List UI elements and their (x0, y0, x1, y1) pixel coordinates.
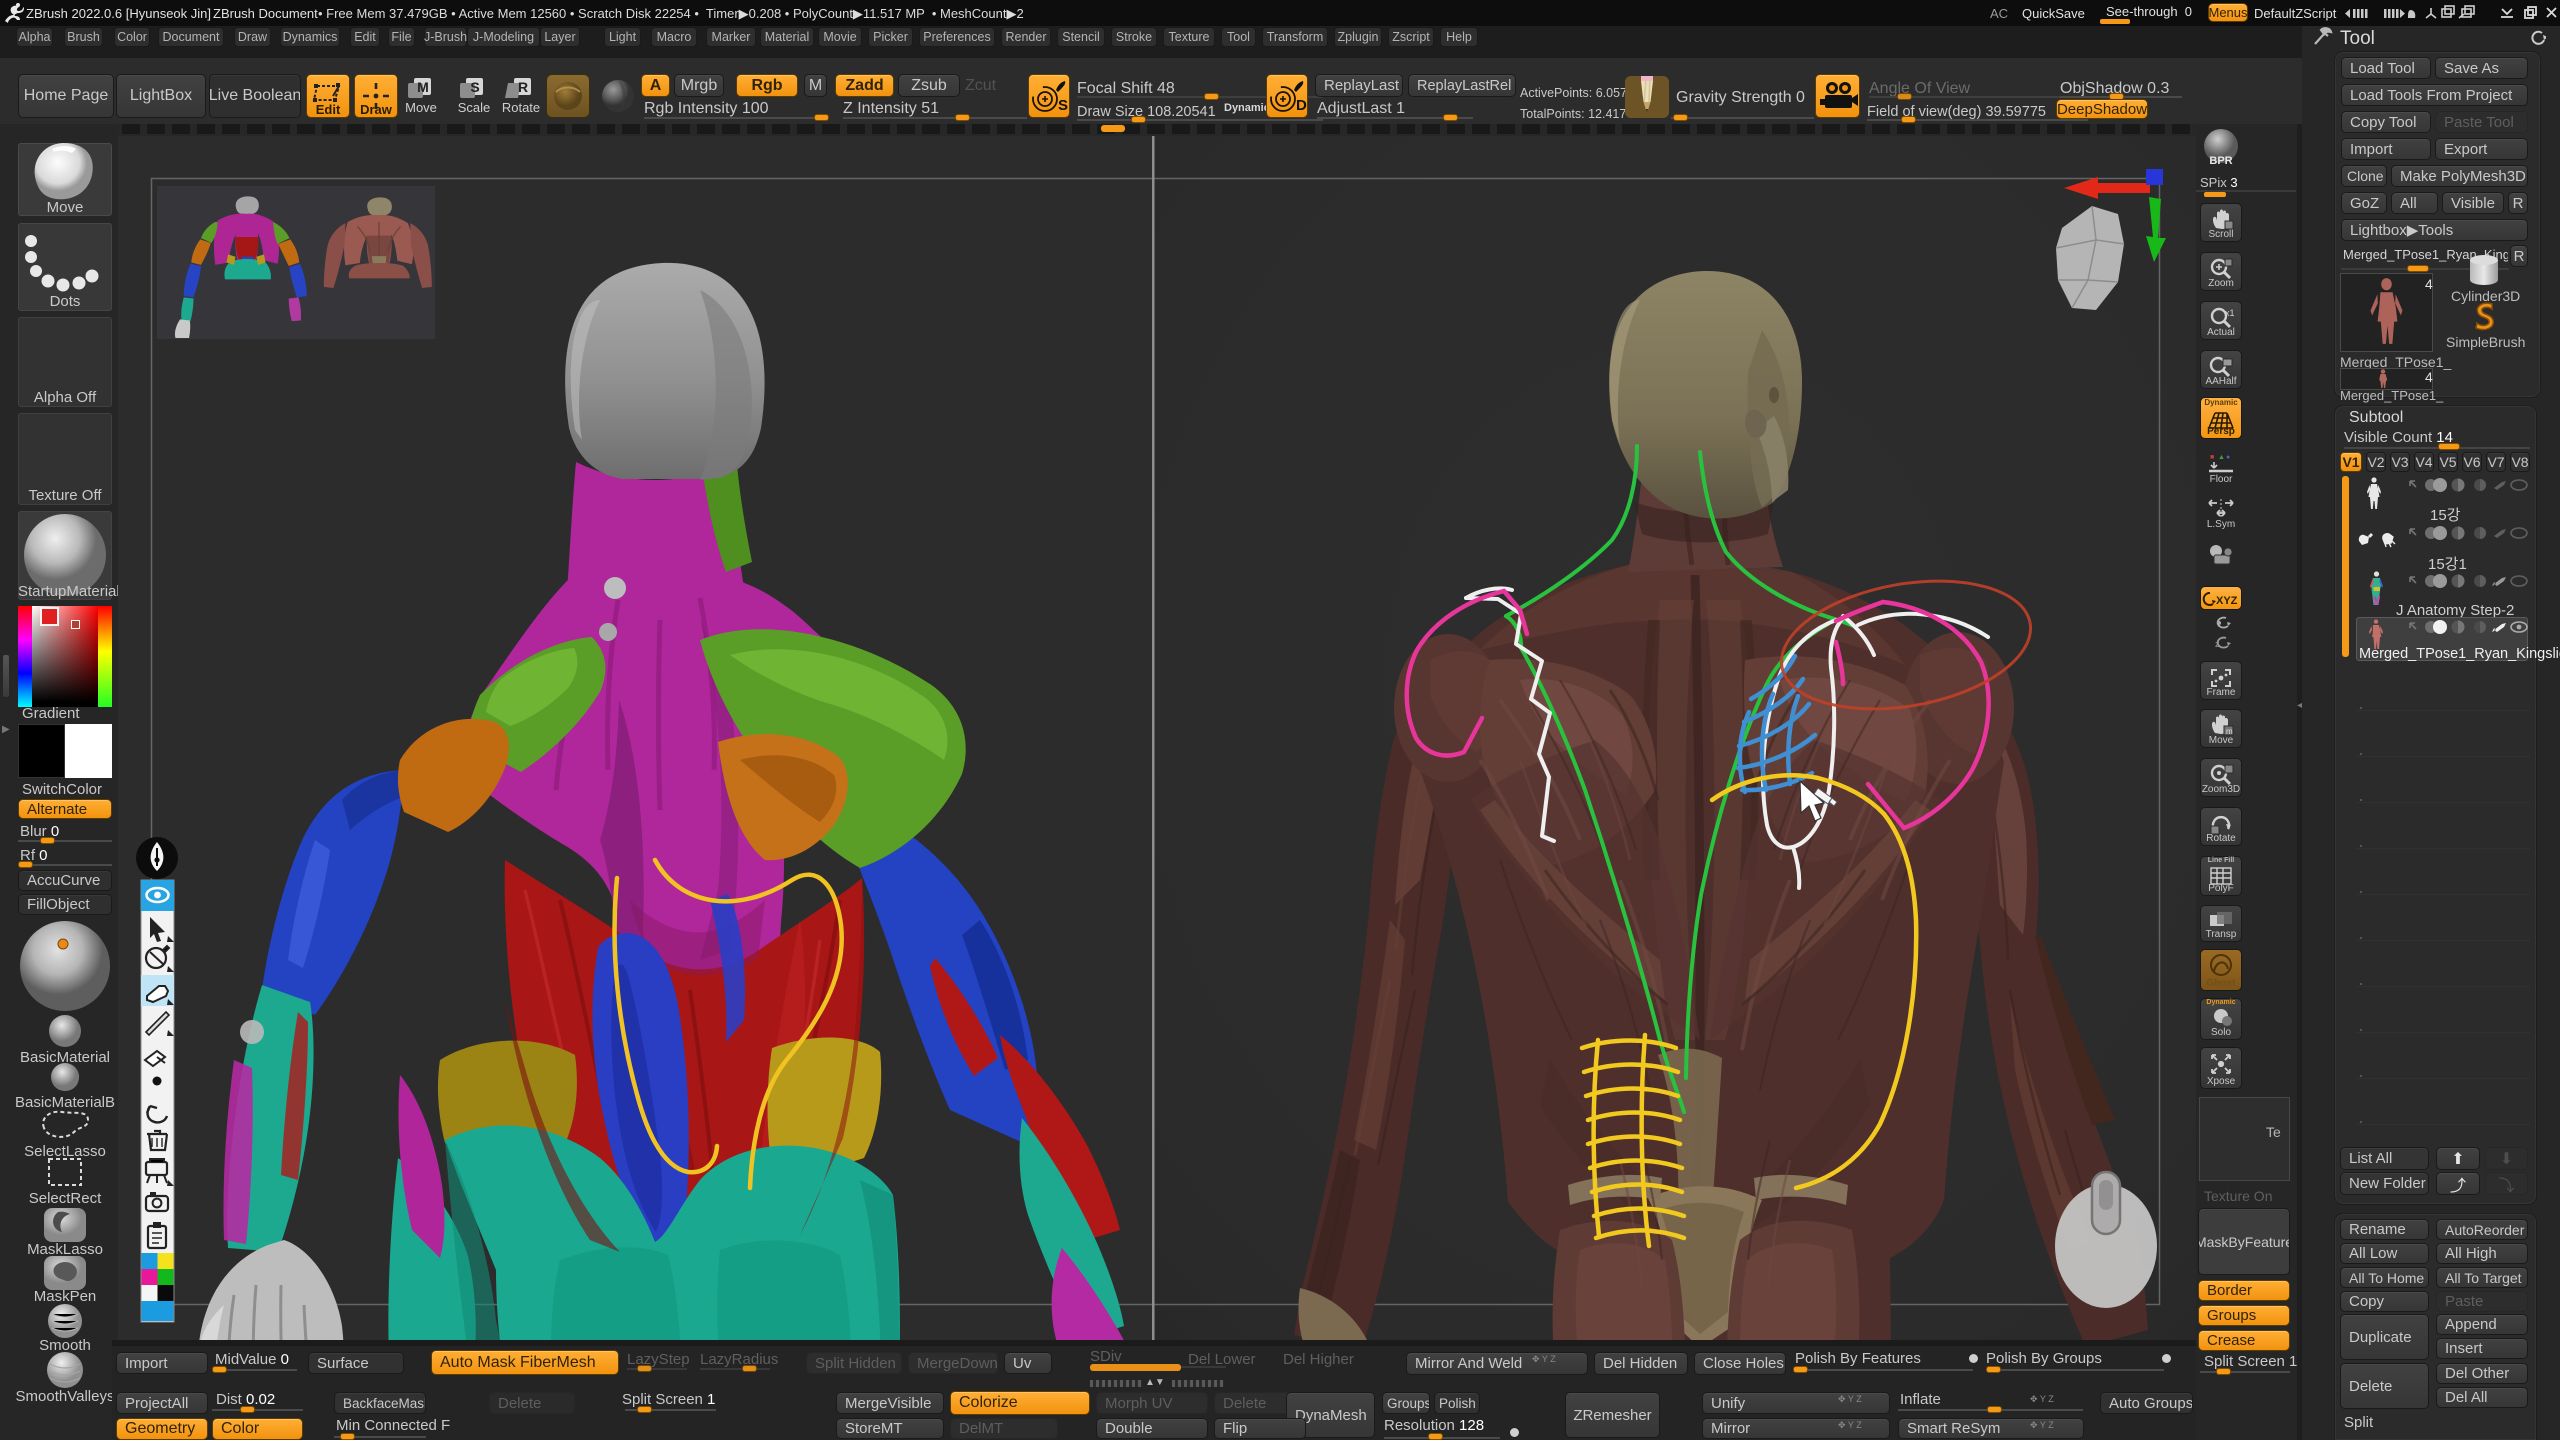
svg-text:S: S (470, 79, 479, 95)
svg-text:▲: ▲ (2218, 454, 2225, 461)
svg-text:Draw: Draw (360, 102, 393, 117)
svg-text:Rotate: Rotate (502, 100, 540, 115)
svg-text:x1: x1 (2225, 308, 2234, 318)
svg-text:BPR: BPR (2209, 155, 2232, 167)
svg-text:Scale: Scale (458, 100, 491, 115)
svg-text:XYZ: XYZ (2216, 595, 2238, 607)
svg-text:Move: Move (406, 100, 437, 115)
svg-text:■: ■ (2210, 454, 2214, 461)
svg-text:●: ● (2226, 454, 2230, 461)
svg-text:S: S (1058, 97, 1068, 114)
svg-text:M: M (417, 79, 429, 95)
svg-text:Edit: Edit (316, 102, 341, 117)
svg-text:R: R (518, 79, 528, 95)
svg-text:D: D (1296, 97, 1307, 114)
svg-text:z: z (2215, 639, 2220, 649)
